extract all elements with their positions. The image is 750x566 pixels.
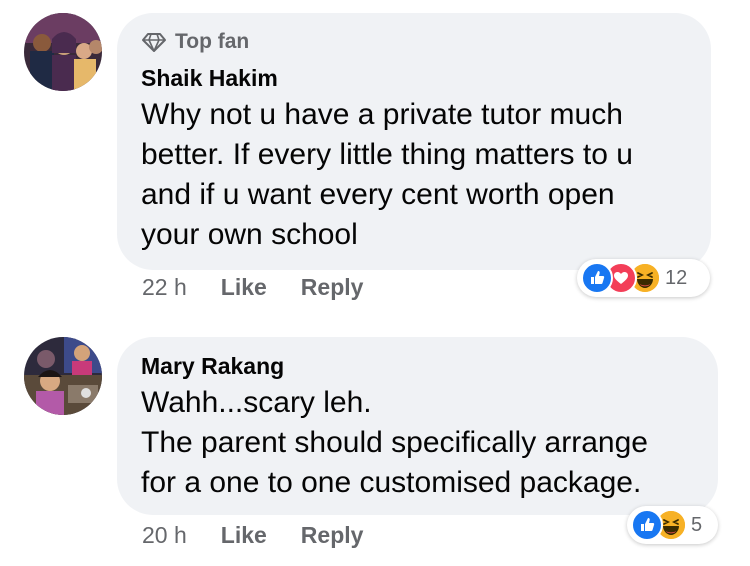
comment-bubble: Mary Rakang Wahh...scary leh. The parent… bbox=[117, 337, 718, 515]
reaction-summary[interactable]: 5 bbox=[627, 506, 718, 544]
reply-button[interactable]: Reply bbox=[301, 522, 364, 549]
badge-label: Top fan bbox=[175, 30, 250, 53]
like-button[interactable]: Like bbox=[221, 274, 267, 301]
comment-actions: 20 h Like Reply bbox=[142, 522, 363, 549]
like-reaction-icon bbox=[631, 509, 663, 541]
reply-button[interactable]: Reply bbox=[301, 274, 364, 301]
reaction-count: 5 bbox=[691, 513, 703, 536]
top-fan-badge: Top fan bbox=[141, 29, 687, 55]
like-button[interactable]: Like bbox=[221, 522, 267, 549]
timestamp[interactable]: 20 h bbox=[142, 522, 187, 549]
author-name[interactable]: Mary Rakang bbox=[141, 351, 694, 381]
comment-actions: 22 h Like Reply bbox=[142, 274, 363, 301]
reaction-icons bbox=[631, 509, 687, 541]
diamond-icon bbox=[142, 33, 166, 52]
reaction-icons bbox=[581, 262, 661, 294]
comment-bubble: Top fan Shaik Hakim Why not u have a pri… bbox=[117, 13, 711, 270]
reaction-count: 12 bbox=[665, 266, 688, 289]
comment-text: Wahh...scary leh. The parent should spec… bbox=[141, 386, 648, 499]
like-reaction-icon bbox=[581, 262, 613, 294]
avatar[interactable] bbox=[24, 337, 102, 415]
author-name[interactable]: Shaik Hakim bbox=[141, 63, 687, 93]
avatar[interactable] bbox=[24, 13, 102, 91]
reaction-summary[interactable]: 12 bbox=[577, 259, 710, 297]
timestamp[interactable]: 22 h bbox=[142, 274, 187, 301]
comment-text: Why not u have a private tutor much bett… bbox=[141, 98, 633, 251]
